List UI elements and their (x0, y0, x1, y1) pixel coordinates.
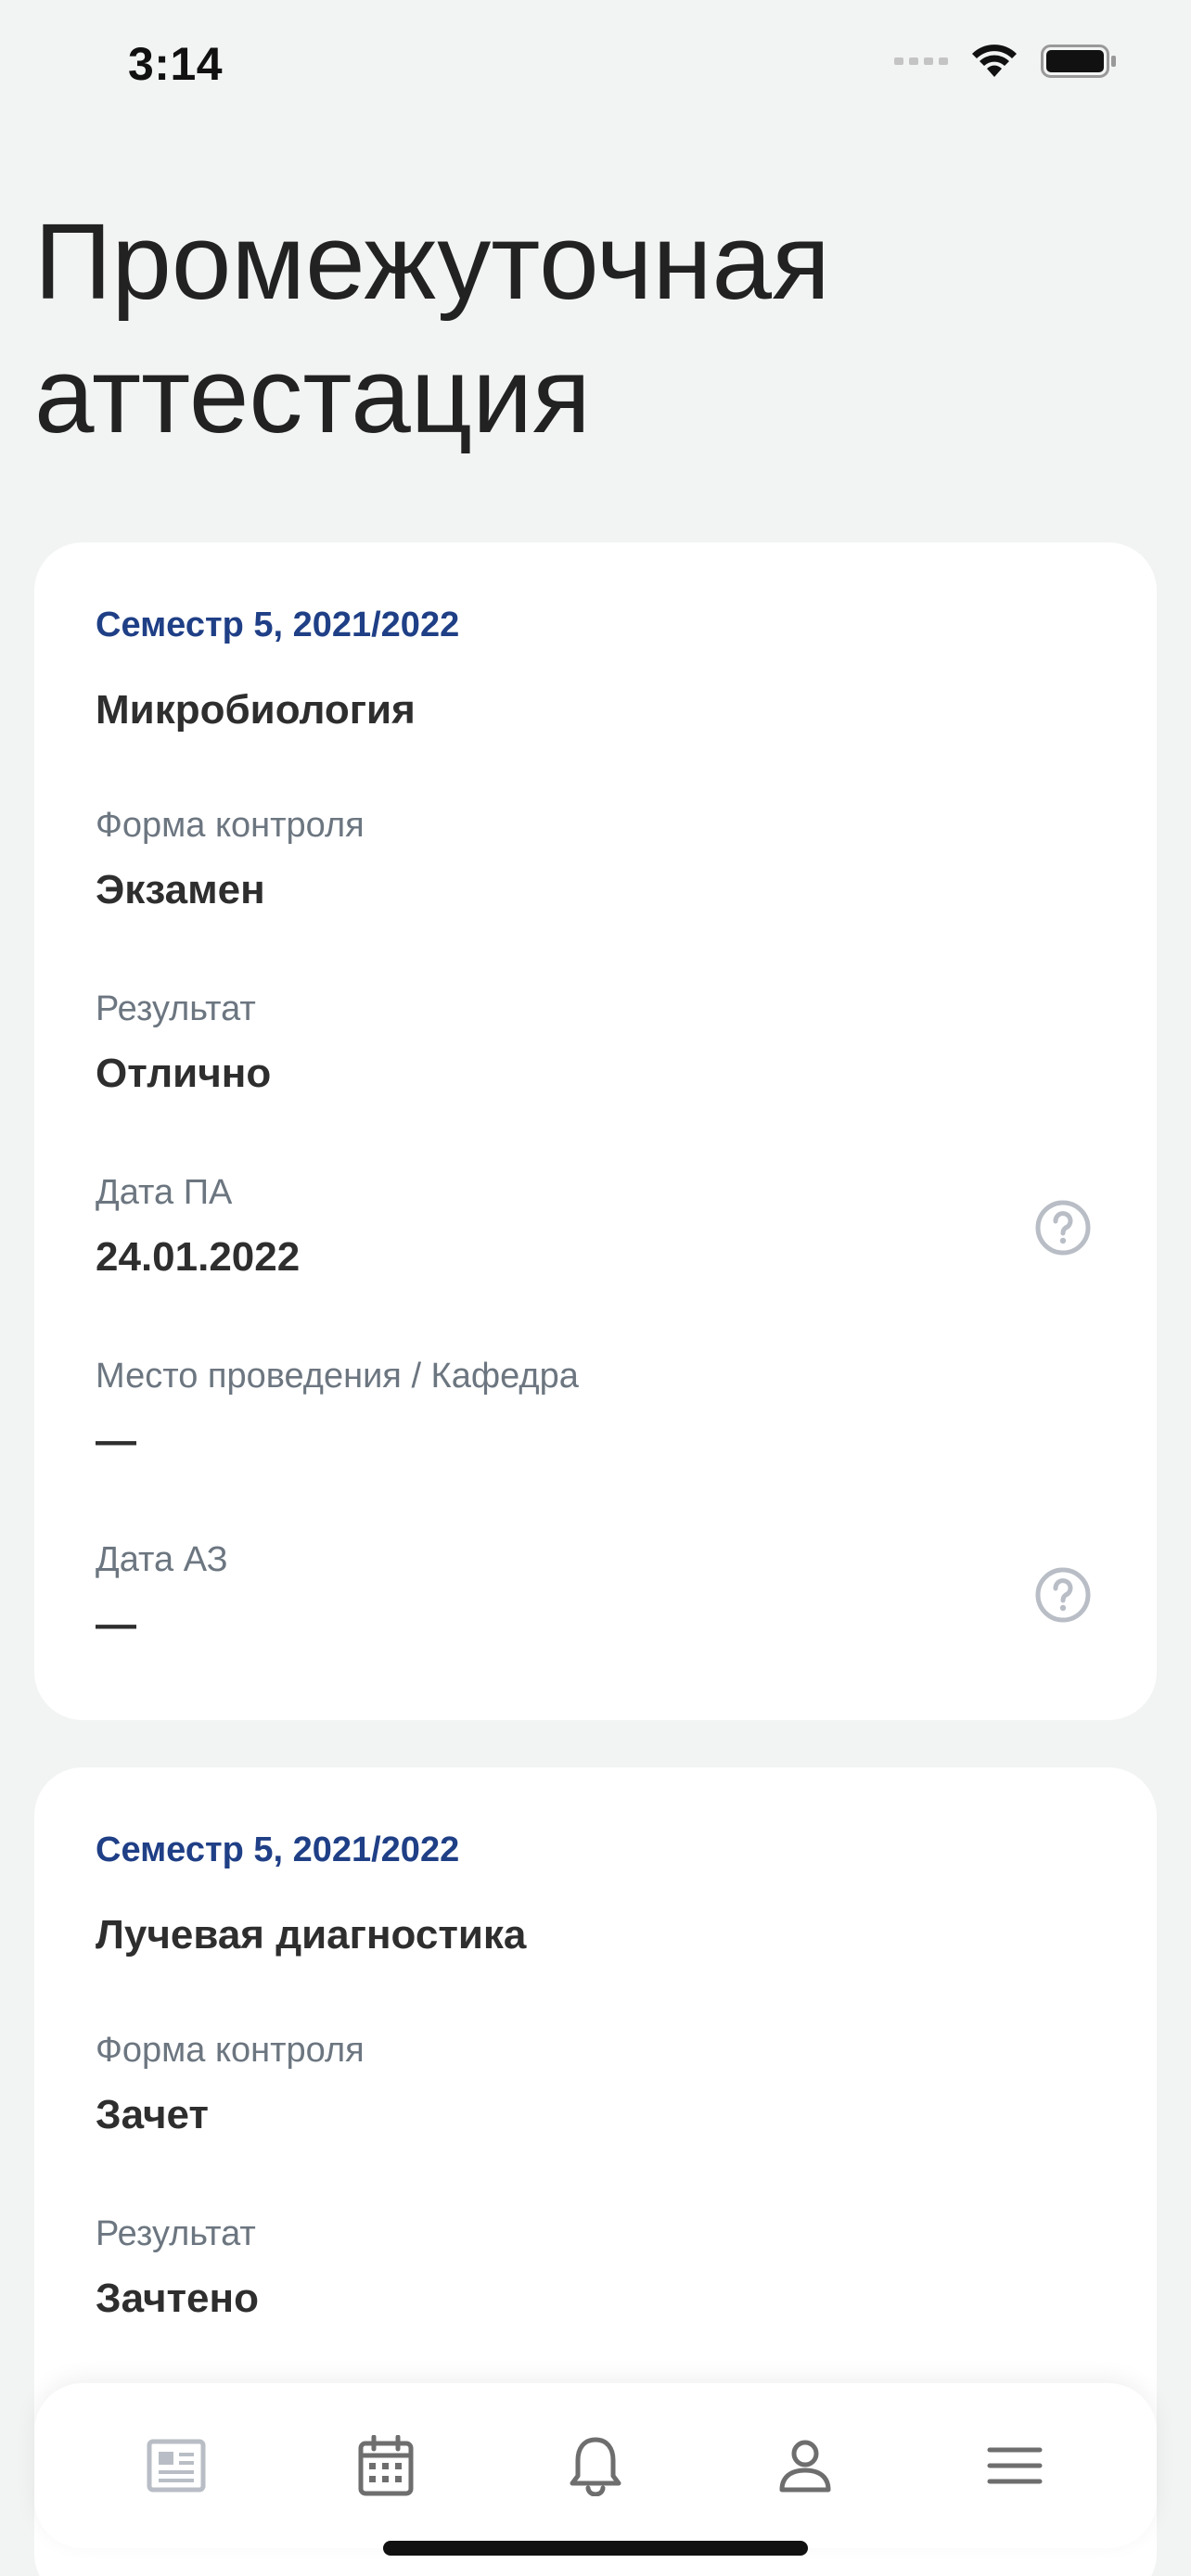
tab-notifications[interactable] (540, 2410, 651, 2521)
az-date-label: Дата АЗ (96, 1540, 228, 1579)
semester-label: Семестр 5, 2021/2022 (96, 606, 460, 644)
question-circle-icon[interactable] (1034, 1199, 1092, 1256)
tab-menu[interactable] (959, 2410, 1070, 2521)
screen: 3:14 Промежуточная аттестация Семестр 5,… (0, 0, 1191, 2576)
tab-calendar[interactable] (330, 2410, 442, 2521)
home-indicator (383, 2541, 808, 2556)
control-form-label: Форма контроля (96, 2031, 365, 2070)
venue-value: — (96, 1418, 136, 1463)
subject-name: Микробиология (96, 687, 416, 733)
pa-date-value: 24.01.2022 (96, 1234, 301, 1280)
calendar-icon (358, 2435, 414, 2496)
result-value: Отлично (96, 1051, 272, 1096)
signal-icon (894, 57, 948, 65)
question-circle-icon[interactable] (1034, 1566, 1092, 1624)
tab-profile[interactable] (749, 2410, 861, 2521)
semester-label: Семестр 5, 2021/2022 (96, 1830, 460, 1869)
bell-icon (570, 2437, 621, 2496)
result-label: Результат (96, 989, 256, 1028)
venue-label: Место проведения / Кафедра (96, 1357, 579, 1396)
status-time: 3:14 (128, 38, 224, 90)
control-form-value: Зачет (96, 2092, 209, 2137)
battery-icon (1041, 45, 1116, 78)
subject-name: Лучевая диагностика (96, 1912, 527, 1958)
status-icons (894, 43, 1117, 80)
control-form-label: Форма контроля (96, 806, 365, 845)
control-form-value: Экзамен (96, 867, 265, 912)
attestation-card: Семестр 5, 2021/2022 Микробиология Форма… (34, 542, 1157, 1720)
wifi-icon (972, 45, 1017, 77)
result-value: Зачтено (96, 2276, 259, 2321)
page-title: Промежуточная аттестация (34, 201, 830, 455)
tab-news[interactable] (121, 2410, 232, 2521)
result-label: Результат (96, 2214, 256, 2253)
pa-date-label: Дата ПА (96, 1173, 233, 1212)
az-date-value: — (96, 1601, 136, 1647)
profile-icon (779, 2440, 831, 2493)
status-bar: 3:14 (0, 0, 1191, 139)
tab-bar (34, 2383, 1157, 2548)
news-icon (147, 2439, 206, 2493)
menu-icon (987, 2447, 1043, 2484)
